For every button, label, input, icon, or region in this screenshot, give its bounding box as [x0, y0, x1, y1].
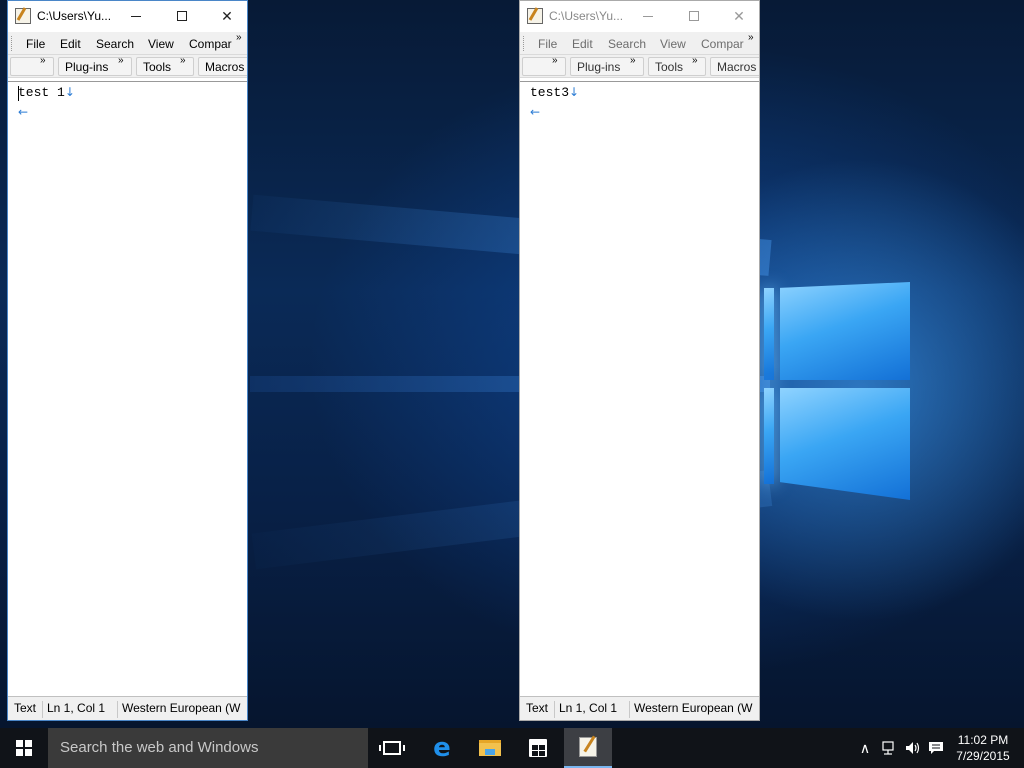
title-bar[interactable]: C:\Users\Yu... ✕ [8, 1, 247, 31]
window-title: C:\Users\Yu... [37, 9, 112, 23]
speaker-icon [906, 742, 920, 754]
windows-start-icon [16, 740, 32, 756]
chevron-overflow-icon[interactable]: » [552, 55, 558, 66]
line-text: test 1 [18, 85, 65, 100]
network-icon [882, 741, 894, 755]
close-icon: ✕ [733, 7, 745, 24]
notification-icon [929, 742, 943, 754]
menu-edit[interactable]: Edit [60, 37, 81, 51]
close-button[interactable]: ✕ [716, 1, 762, 31]
minimize-icon [131, 15, 141, 17]
taskbar-clock[interactable]: 11:02 PM 7/29/2015 [944, 732, 1022, 764]
folder-icon [479, 740, 501, 756]
toolbar-plugins[interactable]: Plug-ins [65, 60, 108, 74]
menu-search[interactable]: Search [608, 37, 646, 51]
minimize-button[interactable] [625, 1, 671, 31]
status-file-type[interactable]: Text [10, 701, 42, 718]
windows-logo-wallpaper [758, 268, 914, 512]
toolbar: » Plug-ins » Tools » Macros [8, 55, 247, 78]
menu-bar: File Edit Search View Compar » [8, 32, 247, 55]
editor-line-1: test3↓ [530, 85, 579, 100]
chevron-overflow-icon[interactable]: » [118, 55, 124, 66]
show-hidden-icons-button[interactable]: ∧ [854, 728, 876, 768]
start-button[interactable] [0, 728, 48, 768]
chevron-overflow-icon[interactable]: » [40, 55, 46, 66]
maximize-button[interactable] [159, 1, 205, 31]
status-cursor-position[interactable]: Ln 1, Col 1 [554, 701, 628, 718]
chevron-overflow-icon[interactable]: » [180, 55, 186, 66]
maximize-icon [689, 11, 699, 21]
task-view-icon [379, 741, 405, 755]
text-editor[interactable]: test3↓ ← [520, 81, 759, 696]
volume-tray-button[interactable] [902, 728, 924, 768]
notepad-app-icon [579, 737, 597, 757]
chevron-overflow-icon[interactable]: » [692, 55, 698, 66]
eol-marker-icon: ↓ [569, 85, 580, 99]
menu-compare[interactable]: Compar [189, 37, 232, 51]
store-icon [529, 739, 547, 757]
taskbar-search-box[interactable]: Search the web and Windows [48, 728, 368, 768]
menu-view[interactable]: View [660, 37, 686, 51]
editor-line-1: test 1↓ [18, 85, 75, 100]
notepad-taskbar-button[interactable] [564, 728, 612, 768]
line-text: test3 [530, 85, 570, 100]
status-cursor-position[interactable]: Ln 1, Col 1 [42, 701, 116, 718]
maximize-button[interactable] [671, 1, 717, 31]
chevron-overflow-icon[interactable]: » [236, 32, 242, 43]
status-encoding[interactable]: Western European (W [117, 701, 247, 718]
menu-compare[interactable]: Compar [701, 37, 744, 51]
status-encoding[interactable]: Western European (W [629, 701, 759, 718]
menu-file[interactable]: File [538, 37, 557, 51]
window-title: C:\Users\Yu... [549, 9, 624, 23]
menu-view[interactable]: View [148, 37, 174, 51]
text-caret [18, 86, 19, 101]
editor-window-2[interactable]: C:\Users\Yu... ✕ File Edit Search View C… [519, 0, 760, 721]
toolbar-grip[interactable] [11, 36, 14, 51]
network-tray-button[interactable] [878, 728, 902, 768]
toolbar-plugins[interactable]: Plug-ins [577, 60, 620, 74]
eof-marker-icon: ← [18, 105, 29, 119]
maximize-icon [177, 11, 187, 21]
edge-icon: e [433, 733, 451, 763]
close-button[interactable]: ✕ [204, 1, 250, 31]
edge-browser-button[interactable]: e [418, 728, 466, 768]
editor-window-1[interactable]: C:\Users\Yu... ✕ File Edit Search View C… [7, 0, 248, 721]
task-view-button[interactable] [368, 728, 416, 768]
notepad-app-icon[interactable] [527, 8, 543, 24]
taskbar: Search the web and Windows e ∧ 11:02 PM … [0, 728, 1024, 768]
toolbar-grip[interactable] [523, 36, 526, 51]
eol-marker-icon: ↓ [64, 85, 75, 99]
eof-marker-icon: ← [530, 105, 541, 119]
store-button[interactable] [514, 728, 562, 768]
clock-time: 11:02 PM [957, 733, 1009, 747]
chevron-up-icon: ∧ [859, 739, 871, 756]
toolbar-macros[interactable]: Macros [205, 60, 244, 74]
status-file-type[interactable]: Text [522, 701, 554, 718]
minimize-icon [643, 15, 653, 17]
toolbar-tools[interactable]: Tools [143, 60, 171, 74]
file-explorer-button[interactable] [466, 728, 514, 768]
toolbar-section-standard[interactable] [10, 57, 54, 76]
title-bar[interactable]: C:\Users\Yu... ✕ [520, 1, 759, 31]
minimize-button[interactable] [113, 1, 159, 31]
toolbar-tools[interactable]: Tools [655, 60, 683, 74]
close-icon: ✕ [221, 7, 233, 24]
clock-date: 7/29/2015 [956, 749, 1010, 763]
toolbar-section-standard[interactable] [522, 57, 566, 76]
status-bar: Text Ln 1, Col 1 Western European (W [520, 696, 759, 720]
toolbar: » Plug-ins » Tools » Macros [520, 55, 759, 78]
status-bar: Text Ln 1, Col 1 Western European (W [8, 696, 247, 720]
text-editor[interactable]: test 1↓ ← [8, 81, 247, 696]
chevron-overflow-icon[interactable]: » [748, 32, 754, 43]
menu-file[interactable]: File [26, 37, 45, 51]
menu-edit[interactable]: Edit [572, 37, 593, 51]
chevron-overflow-icon[interactable]: » [630, 55, 636, 66]
toolbar-macros[interactable]: Macros [717, 60, 756, 74]
menu-search[interactable]: Search [96, 37, 134, 51]
notepad-app-icon[interactable] [15, 8, 31, 24]
menu-bar: File Edit Search View Compar » [520, 32, 759, 55]
